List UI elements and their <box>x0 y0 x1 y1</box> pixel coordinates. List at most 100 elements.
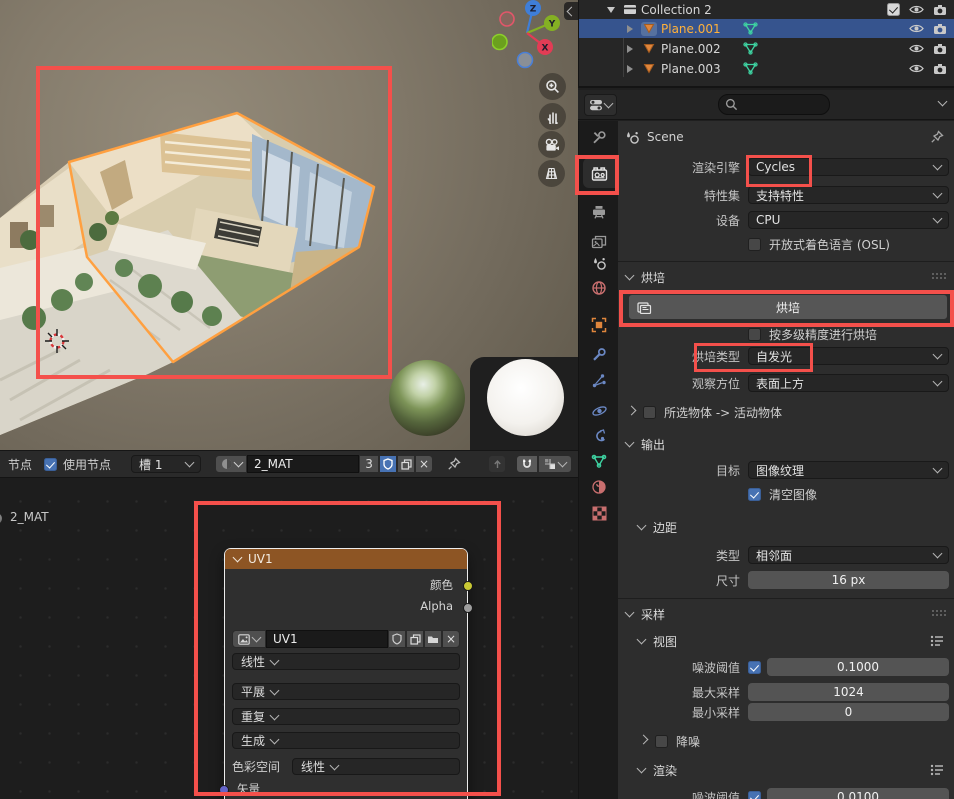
snap-target-button[interactable] <box>538 455 572 473</box>
image-unlink-button[interactable]: × <box>442 630 460 648</box>
parent-node-tree-button[interactable] <box>488 455 506 473</box>
rd-noise-value[interactable]: 0.0100 <box>767 788 949 799</box>
target-dropdown[interactable]: 图像纹理 <box>748 461 949 479</box>
output-subpanel-header[interactable]: 输出 <box>618 434 954 454</box>
osl-checkbox[interactable] <box>748 238 761 251</box>
node-menu[interactable]: 节点 <box>8 456 32 473</box>
snap-toggle-button[interactable] <box>516 455 538 473</box>
vector-input-socket[interactable] <box>219 785 229 795</box>
collection-exclude-checkbox[interactable] <box>887 3 900 16</box>
multires-bake-checkbox[interactable] <box>748 328 761 341</box>
vp-max-value[interactable]: 1024 <box>748 683 949 701</box>
tab-world[interactable] <box>587 276 611 300</box>
presets-icon[interactable] <box>930 635 944 647</box>
selected-to-active-row[interactable]: 所选物体 -> 活动物体 <box>618 404 954 420</box>
axis-neg-x-ball[interactable] <box>500 12 514 26</box>
drag-handle-icon[interactable] <box>932 610 948 618</box>
material-slot-dropdown[interactable]: 槽 1 <box>131 455 201 473</box>
object-name[interactable]: Plane.001 <box>661 22 721 36</box>
disclosure-right-icon[interactable] <box>627 25 633 33</box>
sampling-viewport-header[interactable]: 视图 <box>618 631 954 651</box>
image-name-field[interactable]: UV1 <box>266 630 388 648</box>
interpolation-dropdown[interactable]: 线性 <box>232 653 460 670</box>
denoise-checkbox[interactable] <box>655 735 668 748</box>
toggle-ortho-button[interactable] <box>538 160 565 187</box>
image-copy-button[interactable] <box>406 630 424 648</box>
colorspace-dropdown[interactable]: 线性 <box>292 758 460 775</box>
shader-editor[interactable]: 节点 使用节点 槽 1 2_MAT 3 × <box>0 450 578 799</box>
tab-object-data[interactable] <box>587 449 611 473</box>
presets-icon[interactable] <box>930 764 944 776</box>
image-open-button[interactable] <box>424 630 442 648</box>
projection-dropdown[interactable]: 平展 <box>232 683 460 700</box>
unlink-material-button[interactable]: × <box>415 455 433 473</box>
orientation-gizmo[interactable]: Z Y X <box>492 0 570 74</box>
vp-noise-checkbox[interactable] <box>748 661 761 674</box>
bake-type-dropdown[interactable]: 自发光 <box>748 347 949 365</box>
eye-icon[interactable] <box>909 63 924 74</box>
disclosure-down-icon[interactable] <box>607 7 615 13</box>
zoom-view-button[interactable] <box>539 73 566 100</box>
region-collapse-arrow[interactable] <box>564 2 578 20</box>
axis-neg-y-ball[interactable] <box>492 35 507 50</box>
tab-scene[interactable] <box>587 251 611 275</box>
tab-tool[interactable] <box>587 126 611 150</box>
margin-subpanel-header[interactable]: 边距 <box>618 517 954 537</box>
sampling-render-header[interactable]: 渲染 <box>618 760 954 780</box>
camera-icon[interactable] <box>933 23 947 35</box>
device-dropdown[interactable]: CPU <box>748 211 949 229</box>
camera-icon[interactable] <box>933 4 947 16</box>
disclosure-right-icon[interactable] <box>627 45 633 53</box>
color-output-socket[interactable] <box>463 581 473 591</box>
tab-constraints[interactable] <box>587 425 611 449</box>
hdri-preview-sphere[interactable] <box>389 360 465 436</box>
image-texture-node[interactable]: UV1 颜色 Alpha UV1 <box>224 548 468 799</box>
tab-output[interactable] <box>587 199 611 223</box>
tab-particles[interactable] <box>587 369 611 393</box>
collection-row[interactable]: Collection 2 <box>579 0 954 19</box>
pan-view-button[interactable] <box>539 103 566 130</box>
render-engine-dropdown[interactable]: Cycles <box>748 158 949 176</box>
tab-material[interactable] <box>587 475 611 499</box>
fake-user-shield-button[interactable] <box>379 455 397 473</box>
sampling-panel-header[interactable]: 采样 <box>618 604 954 624</box>
bake-button[interactable]: 烘培 <box>628 294 948 320</box>
tab-physics[interactable] <box>587 399 611 423</box>
eye-icon[interactable] <box>909 23 924 34</box>
breadcrumb-scene[interactable]: Scene <box>647 130 684 144</box>
feature-set-dropdown[interactable]: 支持特性 <box>748 186 949 204</box>
view-from-dropdown[interactable]: 表面上方 <box>748 374 949 392</box>
object-name[interactable]: Plane.002 <box>661 42 721 56</box>
image-browse-button[interactable] <box>232 630 266 648</box>
camera-view-button[interactable] <box>538 131 565 158</box>
clear-image-checkbox[interactable] <box>748 488 761 501</box>
outliner-row-plane001[interactable]: Plane.001 <box>579 19 954 38</box>
disclosure-right-icon[interactable] <box>627 65 633 73</box>
chevron-down-icon[interactable] <box>938 97 948 107</box>
axis-neg-z-ball[interactable] <box>518 53 533 68</box>
selected-to-active-checkbox[interactable] <box>643 406 656 419</box>
editor-type-button[interactable] <box>584 94 617 116</box>
pin-icon[interactable] <box>930 130 944 144</box>
node-canvas[interactable]: 2_MAT UV1 颜色 Alpha UV1 <box>0 479 578 799</box>
node-header[interactable]: UV1 <box>225 549 467 569</box>
tab-object[interactable] <box>587 313 611 337</box>
tab-render[interactable] <box>587 161 611 185</box>
tab-modifiers[interactable] <box>587 343 611 367</box>
material-name-field[interactable]: 2_MAT <box>247 455 359 473</box>
outliner[interactable]: Collection 2 Plane.001 <box>578 0 954 88</box>
alpha-output-socket[interactable] <box>463 603 473 613</box>
margin-size-slider[interactable]: 16 px <box>748 571 949 589</box>
source-dropdown[interactable]: 生成 <box>232 732 460 749</box>
bake-panel-header[interactable]: 烘培 <box>618 267 954 287</box>
new-material-button[interactable] <box>397 455 415 473</box>
camera-icon[interactable] <box>933 63 947 75</box>
extension-dropdown[interactable]: 重复 <box>232 708 460 725</box>
pin-icon[interactable] <box>447 457 461 471</box>
tab-texture[interactable] <box>587 501 611 525</box>
margin-type-dropdown[interactable]: 相邻面 <box>748 546 949 564</box>
vp-min-value[interactable]: 0 <box>748 703 949 721</box>
3d-viewport[interactable]: Z Y X <box>0 0 578 450</box>
tab-view-layer[interactable] <box>587 229 611 253</box>
drag-handle-icon[interactable] <box>932 273 948 281</box>
